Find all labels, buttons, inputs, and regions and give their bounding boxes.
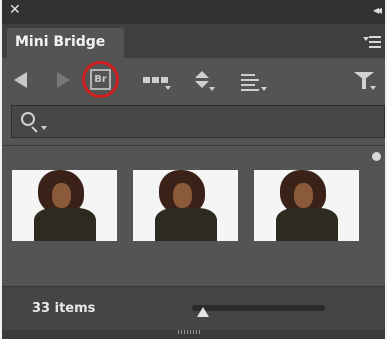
view-options-icon[interactable]: [143, 77, 173, 90]
search-input[interactable]: [52, 111, 376, 133]
thumbnail-3[interactable]: [254, 170, 359, 241]
panel-titlebar: ✕ ◂◂: [2, 0, 385, 24]
status-bar: 33 items: [2, 286, 385, 331]
tab-row: Mini Bridge: [2, 24, 385, 58]
items-count: 33 items: [32, 301, 96, 316]
close-icon[interactable]: ✕: [9, 2, 21, 18]
resize-grip-icon[interactable]: [178, 330, 203, 334]
search-options-chevron-icon[interactable]: [41, 126, 47, 130]
slider-handle[interactable]: [196, 307, 209, 317]
thumbnail-size-slider[interactable]: [192, 305, 325, 317]
thumbnail-2[interactable]: [133, 170, 238, 241]
filter-icon[interactable]: [354, 72, 378, 92]
mini-bridge-panel: ✕ ◂◂ Mini Bridge Br 33 items: [2, 0, 385, 339]
scrollbar-thumb[interactable]: [372, 152, 381, 161]
thumbnail-1[interactable]: [12, 170, 117, 241]
highlight-circle: [82, 61, 119, 98]
tools-menu-icon[interactable]: [241, 74, 269, 94]
thumbnail-grid: [2, 146, 385, 286]
toolbar: Br: [2, 58, 385, 104]
panel-menu-icon[interactable]: [363, 35, 381, 49]
tab-mini-bridge[interactable]: Mini Bridge: [7, 28, 124, 58]
search-icon[interactable]: [21, 112, 35, 126]
collapse-panel-icon[interactable]: ◂◂: [373, 3, 382, 17]
sort-icon[interactable]: [192, 71, 215, 93]
search-bar[interactable]: [11, 105, 385, 138]
tab-label: Mini Bridge: [15, 34, 106, 50]
forward-arrow-icon[interactable]: [57, 72, 70, 88]
back-arrow-icon[interactable]: [14, 72, 27, 88]
